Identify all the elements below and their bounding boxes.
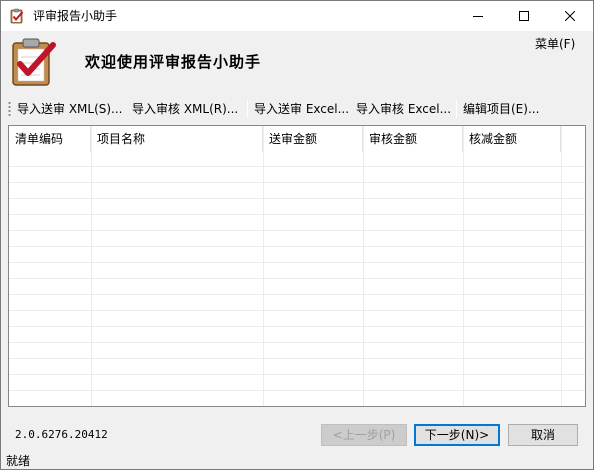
- status-text: 就绪: [6, 454, 31, 468]
- maximize-button[interactable]: [501, 1, 547, 31]
- import-audited-excel-button[interactable]: 导入审核 Excel...: [356, 101, 451, 117]
- grid-body[interactable]: [9, 152, 585, 406]
- column-divider: [463, 126, 464, 406]
- column-header-audited-amount[interactable]: 审核金额: [363, 126, 463, 152]
- column-divider: [363, 126, 364, 406]
- status-bar: 就绪: [1, 451, 593, 469]
- import-submitted-xml-button[interactable]: 导入送审 XML(S)...: [17, 101, 123, 117]
- version-label: 2.0.6276.20412: [15, 428, 108, 441]
- column-divider: [561, 126, 562, 406]
- page-title: 欢迎使用评审报告小助手: [85, 53, 262, 71]
- data-grid[interactable]: 清单编码 项目名称 送审金额 审核金额 核减金额: [8, 125, 586, 407]
- clipboard-check-icon: [7, 37, 59, 87]
- next-button[interactable]: 下一步(N)>: [414, 424, 500, 446]
- title-bar[interactable]: 评审报告小助手: [1, 1, 593, 31]
- column-header-submitted-amount[interactable]: 送审金额: [263, 126, 363, 152]
- import-audited-xml-button[interactable]: 导入审核 XML(R)...: [132, 101, 238, 117]
- edit-project-button[interactable]: 编辑项目(E)...: [463, 101, 539, 117]
- column-divider: [263, 126, 264, 406]
- close-button[interactable]: [547, 1, 593, 31]
- window-title: 评审报告小助手: [33, 9, 118, 23]
- toolbar-grip[interactable]: [8, 101, 11, 117]
- cancel-button[interactable]: 取消: [508, 424, 578, 446]
- import-submitted-excel-button[interactable]: 导入送审 Excel...: [254, 101, 349, 117]
- header-banner: 欢迎使用评审报告小助手 菜单(F): [1, 31, 593, 93]
- main-window: 评审报告小助手 欢迎使用评审报告小助手 菜单(F) 导入送审 XML(S)...…: [0, 0, 594, 470]
- toolbar-separator: [456, 100, 457, 118]
- toolbar-separator: [247, 100, 248, 118]
- toolbar: 导入送审 XML(S)... 导入审核 XML(R)... 导入送审 Excel…: [1, 97, 593, 121]
- clipboard-check-icon: [9, 8, 25, 24]
- minimize-button[interactable]: [455, 1, 501, 31]
- grid-header: 清单编码 项目名称 送审金额 审核金额 核减金额: [9, 126, 585, 152]
- previous-button[interactable]: <上一步(P): [321, 424, 407, 446]
- column-divider: [91, 126, 92, 406]
- menu-button[interactable]: 菜单(F): [535, 36, 575, 52]
- column-header-reduced-amount[interactable]: 核减金额: [463, 126, 561, 152]
- column-header-name[interactable]: 项目名称: [91, 126, 263, 152]
- column-header-code[interactable]: 清单编码: [9, 126, 91, 152]
